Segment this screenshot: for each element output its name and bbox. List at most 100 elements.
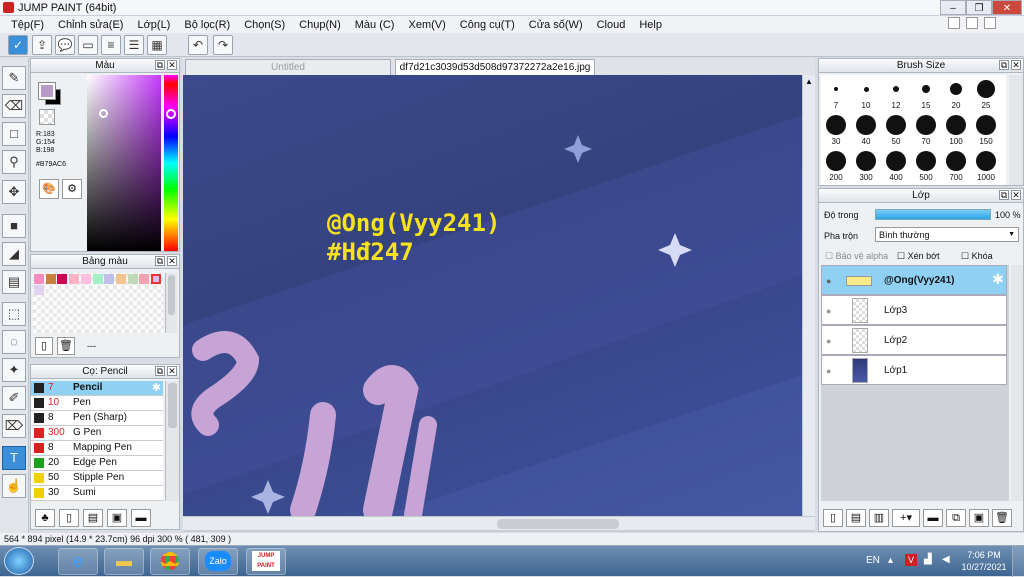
palette-swatch[interactable] bbox=[69, 274, 80, 284]
new-brush-icon[interactable]: ▯ bbox=[59, 509, 79, 527]
brush-item[interactable]: 50 Stipple Pen bbox=[31, 471, 163, 486]
palette-settings-icon[interactable]: ⚙ bbox=[62, 179, 82, 199]
menu-layer[interactable]: Lớp(L) bbox=[130, 19, 177, 31]
panel-float-icon[interactable]: ⧉ bbox=[155, 60, 165, 70]
comment-icon[interactable]: 💬 bbox=[55, 35, 75, 55]
document-icon[interactable]: ≡ bbox=[101, 35, 121, 55]
palette-swatch[interactable] bbox=[34, 285, 44, 295]
brush-size-dot[interactable] bbox=[834, 87, 838, 91]
select-pen-tool-icon[interactable]: ✐ bbox=[2, 386, 26, 410]
palette-swatch[interactable] bbox=[57, 274, 68, 284]
tray-arrow-icon[interactable]: ▴ bbox=[888, 555, 893, 566]
layer-row[interactable]: ● @Ong(Vyy241) ✱ bbox=[821, 265, 1007, 295]
gear-icon[interactable]: ✱ bbox=[992, 271, 1004, 288]
close-button[interactable]: ✕ bbox=[992, 0, 1022, 15]
brush-item[interactable]: 10 Pen bbox=[31, 396, 163, 411]
delete-layer-icon[interactable]: 🗑 bbox=[992, 509, 1012, 527]
chrome-icon[interactable] bbox=[150, 548, 190, 575]
clip-checkbox[interactable]: ☐ Xén bớt bbox=[897, 251, 940, 262]
foreground-color-swatch[interactable] bbox=[38, 82, 56, 100]
maximize-button[interactable]: ❐ bbox=[966, 0, 992, 15]
list-icon[interactable]: ☰ bbox=[124, 35, 144, 55]
palette-swatch[interactable] bbox=[115, 274, 126, 284]
panel-close-icon[interactable]: ✕ bbox=[1011, 190, 1021, 200]
network-icon[interactable]: ▟ bbox=[924, 554, 932, 565]
gradient-tool-icon[interactable]: ▤ bbox=[2, 270, 26, 294]
opacity-slider[interactable] bbox=[875, 209, 991, 220]
brush-size-dot[interactable] bbox=[856, 151, 876, 171]
panel-float-icon[interactable]: ⧉ bbox=[999, 190, 1009, 200]
palette-swatch[interactable] bbox=[139, 274, 150, 284]
menu-capture[interactable]: Chụp(N) bbox=[292, 19, 348, 31]
brush-size-dot[interactable] bbox=[950, 83, 962, 95]
show-desktop-button[interactable] bbox=[1012, 546, 1024, 577]
merge-layer-icon[interactable]: ⧉ bbox=[946, 509, 966, 527]
menu-view[interactable]: Xem(V) bbox=[401, 19, 452, 31]
panel-close-icon[interactable]: ✕ bbox=[1011, 60, 1021, 70]
gear-icon[interactable]: ✱ bbox=[152, 381, 161, 395]
palette-swatch[interactable] bbox=[151, 274, 161, 284]
brush-size-dot[interactable] bbox=[826, 151, 846, 171]
mdi-restore-button[interactable] bbox=[966, 17, 978, 29]
tab-untitled[interactable]: Untitled bbox=[185, 59, 391, 75]
brush-tool-icon[interactable]: ✎ bbox=[2, 66, 26, 90]
panel-close-icon[interactable]: ✕ bbox=[167, 60, 177, 70]
folder-icon[interactable]: ▬ bbox=[131, 509, 151, 527]
grid-icon[interactable]: ▦ bbox=[147, 35, 167, 55]
panel-float-icon[interactable]: ⧉ bbox=[155, 366, 165, 376]
panel-float-icon[interactable]: ⧉ bbox=[999, 60, 1009, 70]
menu-cloud[interactable]: Cloud bbox=[590, 19, 633, 31]
palette-scrollbar[interactable] bbox=[165, 273, 177, 333]
brush-size-dot[interactable] bbox=[976, 115, 996, 135]
layer-row[interactable]: ● Lớp3 bbox=[821, 295, 1007, 325]
copy-brush-icon[interactable]: ▤ bbox=[83, 509, 103, 527]
brush-item[interactable]: 8 Pen (Sharp) bbox=[31, 411, 163, 426]
visibility-icon[interactable]: ● bbox=[826, 366, 831, 376]
zalo-icon[interactable]: Zalo bbox=[198, 548, 238, 575]
redo-icon[interactable]: ↷ bbox=[213, 35, 233, 55]
menu-select[interactable]: Chọn(S) bbox=[237, 19, 292, 31]
brush-item[interactable]: 8 Mapping Pen bbox=[31, 441, 163, 456]
undo-icon[interactable]: ↶ bbox=[188, 35, 208, 55]
drawing-canvas[interactable]: @Ong(Vyy241) #Hđ247 bbox=[183, 75, 802, 516]
layer-row[interactable]: ● Lớp2 bbox=[821, 325, 1007, 355]
visibility-icon[interactable]: ● bbox=[826, 336, 831, 346]
clock[interactable]: 7:06 PM 10/27/2021 bbox=[960, 549, 1008, 573]
brush-item[interactable]: 30 Sumi bbox=[31, 486, 163, 501]
internet-explorer-icon[interactable]: e bbox=[58, 548, 98, 575]
brush-size-scrollbar[interactable] bbox=[1009, 75, 1023, 185]
brush-item[interactable]: 7 Pencil ✱ bbox=[31, 381, 163, 396]
saturation-value-picker[interactable] bbox=[87, 75, 161, 251]
new-palette-icon[interactable]: ▯ bbox=[35, 337, 53, 355]
file-explorer-icon[interactable]: ▬ bbox=[104, 548, 144, 575]
eraser-tool-icon[interactable]: ⌫ bbox=[2, 94, 26, 118]
protect-alpha-checkbox[interactable]: ☐ Bảo vệ alpha bbox=[825, 251, 888, 262]
lasso-tool-icon[interactable]: ◌ bbox=[2, 330, 26, 354]
palette-icon[interactable]: 🎨 bbox=[39, 179, 59, 199]
bucket-tool-icon[interactable]: ◢ bbox=[2, 242, 26, 266]
new-layer-icon[interactable]: ▯ bbox=[823, 509, 843, 527]
brush-size-dot[interactable] bbox=[826, 115, 846, 135]
brush-size-dot[interactable] bbox=[977, 80, 995, 98]
duplicate-layer-icon[interactable]: ▤ bbox=[846, 509, 866, 527]
share-icon[interactable]: ⇪ bbox=[32, 35, 52, 55]
menu-tools[interactable]: Công cụ(T) bbox=[453, 19, 522, 31]
brush-size-dot[interactable] bbox=[946, 151, 966, 171]
palette-swatch[interactable] bbox=[45, 274, 56, 284]
magic-wand-tool-icon[interactable]: ✦ bbox=[2, 358, 26, 382]
canvas-horizontal-scrollbar[interactable] bbox=[183, 516, 815, 530]
brush-size-dot[interactable] bbox=[922, 85, 930, 93]
brush-item[interactable]: 20 Edge Pen bbox=[31, 456, 163, 471]
palette-swatch[interactable] bbox=[34, 274, 44, 284]
palette-swatch[interactable] bbox=[80, 274, 91, 284]
monitor-icon[interactable]: ▭ bbox=[78, 35, 98, 55]
volume-icon[interactable]: ◀ bbox=[942, 554, 950, 565]
brush-scrollbar[interactable] bbox=[165, 381, 179, 501]
move-tool-icon[interactable]: ✥ bbox=[2, 180, 26, 204]
brush-size-dot[interactable] bbox=[886, 115, 906, 135]
canvas-vertical-scrollbar[interactable]: ▲ bbox=[802, 75, 815, 516]
brush-size-dot[interactable] bbox=[976, 151, 996, 171]
menu-help[interactable]: Help bbox=[632, 19, 669, 31]
menu-edit[interactable]: Chỉnh sửa(E) bbox=[51, 19, 130, 31]
brush-settings-icon[interactable]: ▣ bbox=[107, 509, 127, 527]
